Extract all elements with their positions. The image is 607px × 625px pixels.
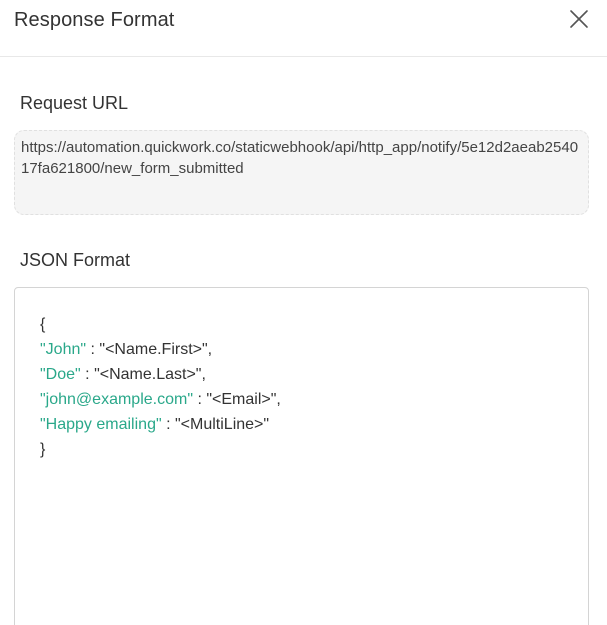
json-entry: "john@example.com" : "<Email>",: [40, 387, 588, 412]
json-entry-value: "<Email>",: [206, 391, 281, 408]
json-close-brace: }: [40, 441, 46, 458]
json-entry: "Happy emailing" : "<MultiLine>": [40, 412, 588, 437]
json-entry-key: "Happy emailing": [40, 416, 162, 433]
json-entry: "John" : "<Name.First>",: [40, 337, 588, 362]
request-url-field[interactable]: https://automation.quickwork.co/staticwe…: [14, 130, 589, 215]
response-format-modal: Response Format Request URL https://auto…: [0, 0, 607, 625]
json-entry-value: "<Name.First>",: [99, 341, 213, 358]
json-entry-separator: :: [161, 416, 175, 433]
json-entry-separator: :: [80, 366, 95, 383]
json-entry-key: "John": [40, 341, 87, 358]
json-entry-separator: :: [86, 341, 100, 358]
request-url-label: Request URL: [20, 93, 129, 113]
json-format-field[interactable]: { "John" : "<Name.First>", "Doe" : "<Name…: [14, 287, 589, 625]
json-entry-separator: :: [193, 391, 207, 408]
json-entries: "John" : "<Name.First>", "Doe" : "<Name.L…: [40, 337, 588, 437]
json-entry-value: "<Name.Last>",: [94, 366, 206, 383]
json-entry-key: "Doe": [40, 366, 81, 383]
json-format-label: JSON Format: [20, 250, 131, 270]
close-icon[interactable]: [566, 6, 592, 32]
modal-title: Response Format: [14, 9, 175, 31]
json-entry-key: "john@example.com": [40, 391, 193, 408]
modal-header: Response Format: [0, 0, 607, 57]
json-entry: "Doe" : "<Name.Last>",: [40, 362, 588, 387]
json-open-brace: {: [40, 316, 46, 333]
json-entry-value: "<MultiLine>": [174, 416, 270, 433]
